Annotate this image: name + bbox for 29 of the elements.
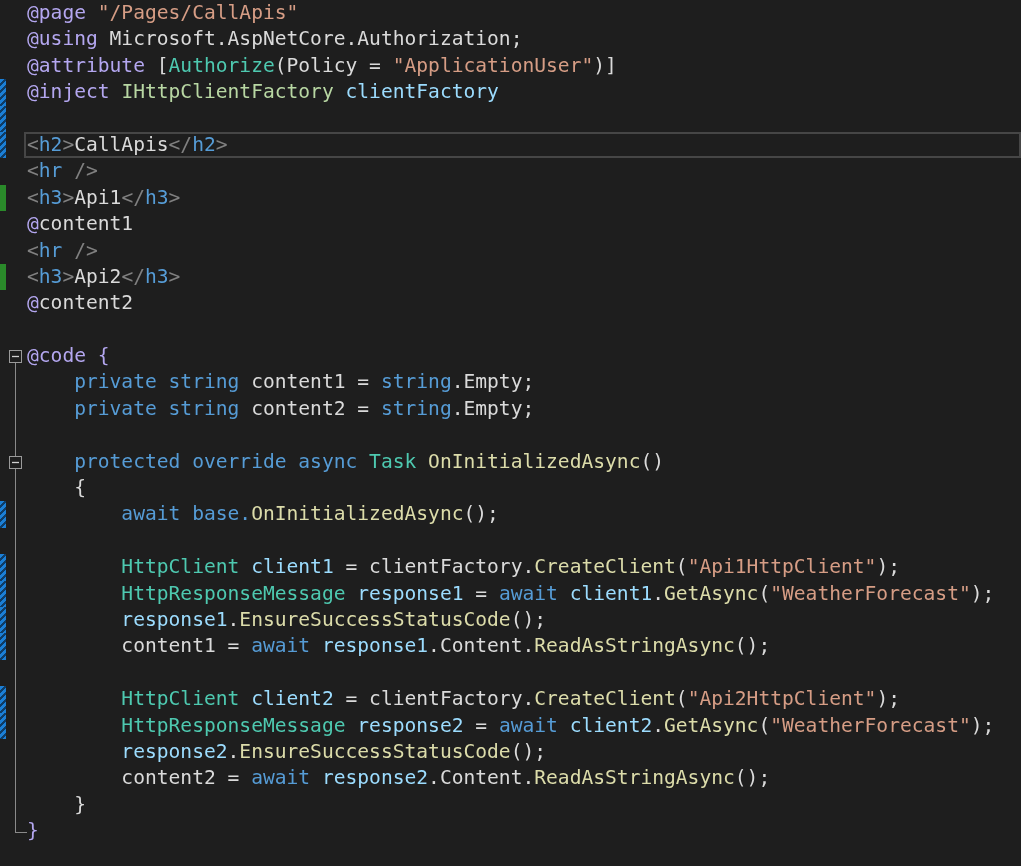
code-line: @attribute [Authorize(Policy = "ApplicationUser")] (27, 52, 617, 79)
code-line: HttpResponseMessage response2 = await client2.GetAsync("WeatherForecast"); (120, 712, 995, 739)
code-line: { (73, 475, 86, 502)
code-line: <h3>Api1</h3> (27, 184, 181, 211)
collapse-icon[interactable] (9, 350, 22, 364)
code-line: @content2 (27, 290, 134, 317)
collapse-icon[interactable] (9, 455, 22, 469)
code-line: content2 = await response2.Content.ReadAsStringAsync(); (120, 765, 771, 792)
code-line: <h3>Api2</h3> (27, 263, 181, 290)
code-line: <hr /> (27, 158, 98, 185)
code-line: <hr /> (27, 237, 98, 264)
code-line: content1 = await response1.Content.ReadAsStringAsync(); (120, 633, 771, 660)
code-line: response2.EnsureSuccessStatusCode(); (120, 738, 547, 765)
code-line: @code { (27, 343, 110, 370)
code-line: @content1 (27, 211, 134, 238)
code-line: @using Microsoft.AspNetCore.Authorization; (27, 26, 523, 53)
code-line: protected override async Task OnInitializedAsync() (73, 448, 665, 475)
code-line: } (73, 791, 86, 818)
code-line: await base.OnInitializedAsync(); (120, 501, 499, 528)
code-line: private string content2 = string.Empty; (73, 395, 535, 422)
code-line: response1.EnsureSuccessStatusCode(); (120, 607, 547, 633)
code-line: private string content1 = string.Empty; (73, 369, 535, 396)
code-line: HttpClient client1 = clientFactory.CreateClient("Api1HttpClient"); (120, 554, 900, 581)
code-line: @page "/Pages/CallApis" (27, 0, 299, 26)
code-line: @inject IHttpClientFactory clientFactory (27, 79, 499, 106)
code-line: HttpResponseMessage response1 = await client1.GetAsync("WeatherForecast"); (120, 580, 995, 607)
code-line: HttpClient client2 = clientFactory.CreateClient("Api2HttpClient"); (120, 686, 900, 713)
code-line: <h2>CallApis</h2> (27, 131, 228, 158)
code-line: } (27, 818, 39, 845)
